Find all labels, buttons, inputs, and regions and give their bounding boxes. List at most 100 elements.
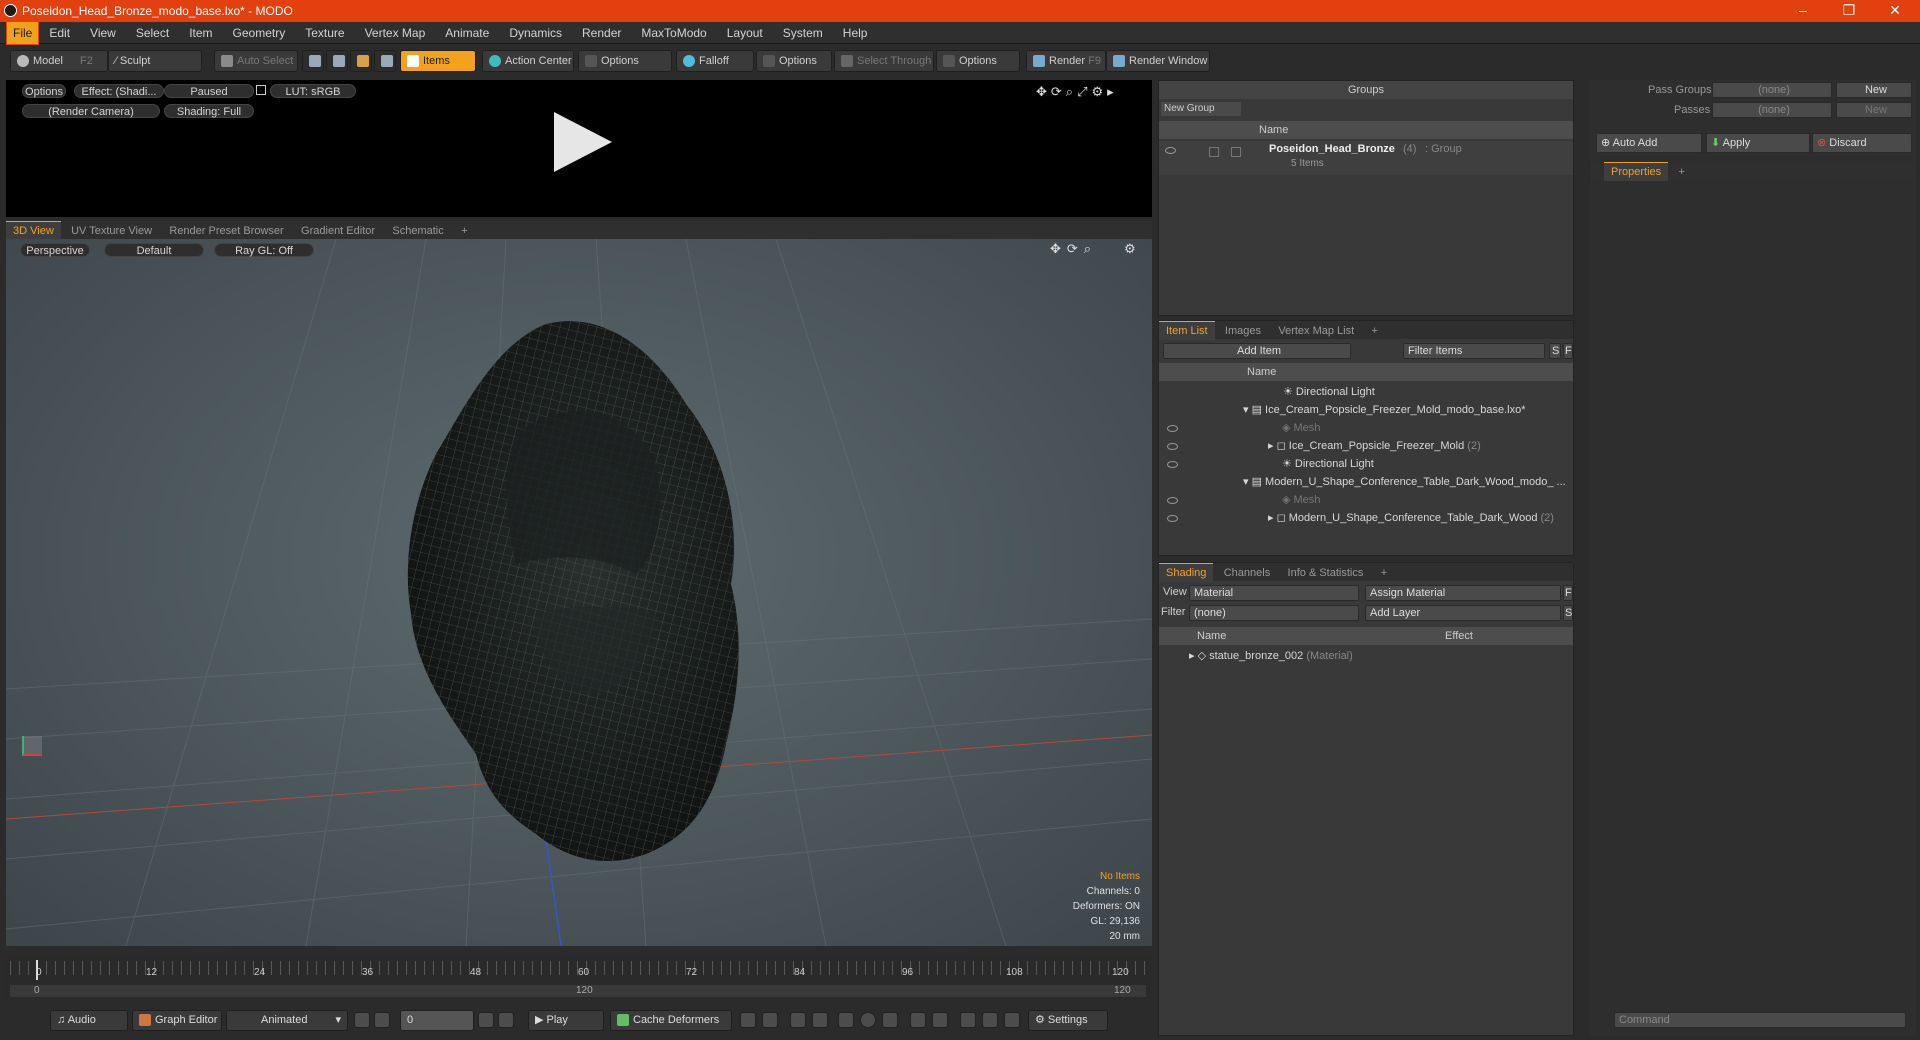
select-through-button[interactable]: Select Through bbox=[834, 50, 934, 72]
menu-render[interactable]: Render bbox=[572, 22, 631, 44]
vertices-mode-button[interactable] bbox=[302, 50, 324, 72]
lock-icon[interactable] bbox=[256, 85, 266, 95]
menu-geometry[interactable]: Geometry bbox=[223, 22, 296, 44]
record-icon[interactable] bbox=[860, 1012, 876, 1028]
audio-button[interactable]: ♫ Audio bbox=[50, 1010, 128, 1031]
list-item[interactable]: ☀ Directional Light bbox=[1159, 383, 1573, 401]
list-item[interactable]: ▸ ◻ Modern_U_Shape_Conference_Table_Dark… bbox=[1159, 509, 1573, 527]
filter-items-input[interactable]: Filter Items bbox=[1403, 343, 1545, 359]
menu-layout[interactable]: Layout bbox=[717, 22, 773, 44]
next-key-icon[interactable] bbox=[812, 1012, 828, 1028]
playhead[interactable] bbox=[36, 960, 38, 980]
list-item[interactable]: ▾ ▤ Ice_Cream_Popsicle_Freezer_Mold_modo… bbox=[1159, 401, 1573, 419]
menu-edit[interactable]: Edit bbox=[39, 22, 80, 44]
menu-item[interactable]: Item bbox=[179, 22, 222, 44]
tab-3d-view[interactable]: 3D View bbox=[6, 221, 61, 240]
add-tab-button[interactable]: + bbox=[454, 222, 474, 240]
action-center-options-button[interactable]: Options bbox=[578, 50, 672, 72]
f-toggle[interactable]: F bbox=[1563, 585, 1573, 601]
tab-item-list[interactable]: Item List bbox=[1159, 321, 1215, 340]
frame-input[interactable]: 0 bbox=[400, 1010, 474, 1031]
raygl-dropdown[interactable]: Ray GL: Off bbox=[214, 243, 314, 257]
passes-dropdown[interactable]: (none) bbox=[1712, 102, 1832, 118]
tab-properties[interactable]: Properties bbox=[1604, 162, 1669, 181]
next-frame-icon[interactable] bbox=[478, 1012, 494, 1028]
select-through-options-button[interactable]: Options bbox=[936, 50, 1020, 72]
select-toggle[interactable] bbox=[1231, 147, 1241, 157]
tab-info-statistics[interactable]: Info & Statistics bbox=[1281, 564, 1371, 582]
perspective-dropdown[interactable]: Perspective bbox=[20, 243, 90, 257]
falloff-options-button[interactable]: Options bbox=[756, 50, 832, 72]
add-tab-button[interactable]: + bbox=[1374, 564, 1394, 582]
poseidon-head-mesh[interactable] bbox=[396, 314, 776, 874]
prev-frame-icon[interactable] bbox=[374, 1012, 390, 1028]
first-frame-icon[interactable] bbox=[354, 1012, 370, 1028]
viewport-nav-controls[interactable]: ✥⟳⌕ bbox=[1050, 241, 1097, 257]
auto-select-button[interactable]: Auto Select bbox=[214, 50, 298, 72]
apply-button[interactable]: ⬇ Apply bbox=[1706, 133, 1810, 153]
3d-viewport[interactable]: Perspective Default Ray GL: Off ✥⟳⌕ ⚙ No… bbox=[6, 239, 1152, 946]
lut-dropdown[interactable]: LUT: sRGB bbox=[270, 84, 356, 98]
render-window-button[interactable]: Render Window bbox=[1106, 50, 1210, 72]
key-filter-icon[interactable] bbox=[882, 1012, 898, 1028]
tab-shading[interactable]: Shading bbox=[1159, 563, 1214, 582]
list-item[interactable]: ◈ Mesh bbox=[1159, 419, 1573, 437]
list-item[interactable]: ☀ Directional Light bbox=[1159, 455, 1573, 473]
timeline[interactable]: 0 12 24 36 48 60 72 84 96 108 120 0 120 … bbox=[6, 955, 1152, 999]
prev-key-icon[interactable] bbox=[790, 1012, 806, 1028]
render-preview[interactable]: Options Effect: (Shadi... Paused LUT: sR… bbox=[6, 80, 1152, 217]
s-toggle[interactable]: S bbox=[1549, 343, 1561, 359]
visibility-icon[interactable] bbox=[1167, 460, 1178, 468]
s-toggle[interactable]: S bbox=[1563, 605, 1573, 621]
model-button[interactable]: Model F2 bbox=[10, 50, 108, 72]
settings-button[interactable]: ⚙ Settings bbox=[1028, 1010, 1108, 1031]
polygons-mode-button[interactable] bbox=[350, 50, 372, 72]
visibility-icon[interactable] bbox=[1167, 514, 1178, 522]
graph-editor-button[interactable]: Graph Editor bbox=[132, 1010, 222, 1031]
menu-view[interactable]: View bbox=[80, 22, 126, 44]
menu-file[interactable]: File bbox=[6, 20, 40, 45]
menu-vertex-map[interactable]: Vertex Map bbox=[355, 22, 436, 44]
visibility-icon[interactable] bbox=[1165, 147, 1176, 154]
list-item[interactable]: ▸ ◻ Ice_Cream_Popsicle_Freezer_Mold (2) bbox=[1159, 437, 1573, 455]
options-small-icon[interactable] bbox=[1004, 1012, 1020, 1028]
close-button[interactable]: ✕ bbox=[1872, 0, 1918, 22]
view-dropdown[interactable]: Material bbox=[1189, 585, 1359, 601]
tab-images[interactable]: Images bbox=[1218, 322, 1268, 340]
action-center-button[interactable]: Action Center bbox=[482, 50, 574, 72]
last-frame-icon[interactable] bbox=[498, 1012, 514, 1028]
list-item[interactable]: ▾ ▤ Modern_U_Shape_Conference_Table_Dark… bbox=[1159, 473, 1573, 491]
add-tab-button[interactable]: + bbox=[1365, 322, 1385, 340]
tab-channels[interactable]: Channels bbox=[1217, 564, 1277, 582]
materials-mode-button[interactable] bbox=[374, 50, 396, 72]
visibility-icon[interactable] bbox=[1167, 424, 1178, 432]
discard-button[interactable]: ⊗ Discard bbox=[1812, 133, 1912, 153]
viewport-settings-icon[interactable]: ⚙ bbox=[1124, 241, 1136, 257]
tab-vertex-map-list[interactable]: Vertex Map List bbox=[1271, 322, 1361, 340]
auto-add-button[interactable]: ⊕ Auto Add bbox=[1596, 133, 1702, 153]
auto-key-icon[interactable] bbox=[838, 1012, 854, 1028]
render-button[interactable]: Render F9 bbox=[1026, 50, 1106, 72]
material-row[interactable]: ▸ ◇ statue_bronze_002 (Material) bbox=[1159, 647, 1573, 665]
default-style-dropdown[interactable]: Default bbox=[104, 243, 204, 257]
menu-help[interactable]: Help bbox=[833, 22, 878, 44]
new-pass-button[interactable]: New bbox=[1836, 102, 1912, 118]
new-pass-group-button[interactable]: New bbox=[1836, 82, 1912, 98]
falloff-button[interactable]: Falloff bbox=[676, 50, 754, 72]
new-group-button[interactable]: New Group bbox=[1161, 102, 1241, 116]
preview-view-controls[interactable]: ✥⟳⌕⤢⚙▸ bbox=[1036, 84, 1118, 100]
jump-start-icon[interactable] bbox=[910, 1012, 926, 1028]
play-button[interactable]: ▶ Play bbox=[528, 1010, 604, 1031]
list-item[interactable]: ◈ Mesh bbox=[1159, 491, 1573, 509]
add-item-dropdown[interactable]: Add Item bbox=[1163, 343, 1351, 359]
menu-texture[interactable]: Texture bbox=[295, 22, 354, 44]
tab-uv-texture-view[interactable]: UV Texture View bbox=[64, 222, 159, 240]
tab-schematic[interactable]: Schematic bbox=[385, 222, 450, 240]
animated-dropdown[interactable]: Animated ▾ bbox=[226, 1010, 348, 1031]
play-icon[interactable] bbox=[546, 108, 616, 178]
maximize-button[interactable]: ❐ bbox=[1826, 0, 1872, 22]
camera-dropdown[interactable]: (Render Camera) bbox=[22, 104, 160, 118]
paused-button[interactable]: Paused bbox=[164, 84, 254, 98]
tab-gradient-editor[interactable]: Gradient Editor bbox=[294, 222, 382, 240]
pass-groups-dropdown[interactable]: (none) bbox=[1712, 82, 1832, 98]
